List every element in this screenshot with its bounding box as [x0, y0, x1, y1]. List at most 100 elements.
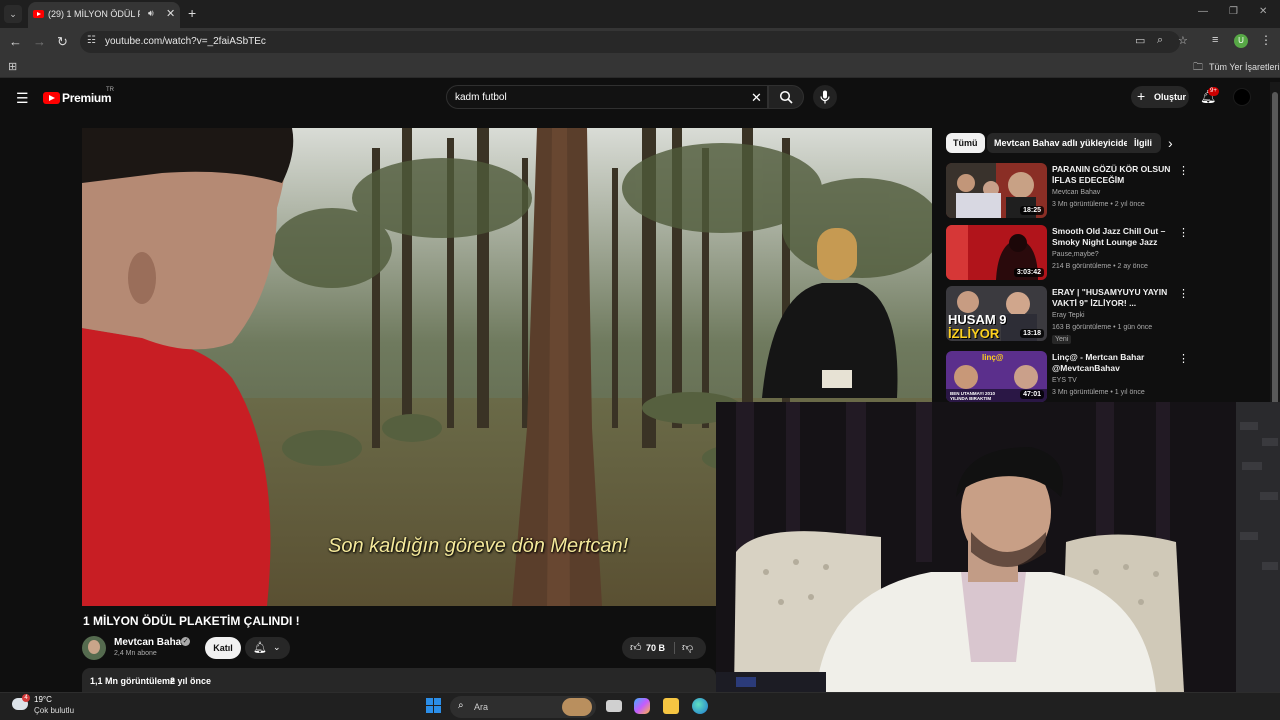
recommendation-title[interactable]: PARANIN GÖZÜ KÖR OLSUN İFLAS EDECEĞİM — [1052, 164, 1174, 186]
file-explorer-icon[interactable] — [663, 698, 679, 714]
tab-close-icon[interactable]: ✕ — [166, 7, 175, 20]
like-divider — [674, 642, 675, 654]
browser-toolbar: ← → ↻ ☷ youtube.com/watch?v=_2faiASbTEc … — [0, 28, 1280, 56]
all-bookmarks-link[interactable]: Tüm Yer İşaretleri — [1209, 62, 1280, 72]
apps-grid-icon[interactable]: ⊞ — [8, 60, 17, 73]
bookmarks-bar: ⊞ 🗀 Tüm Yer İşaretleri — [0, 56, 1280, 78]
clear-search-icon[interactable]: ✕ — [751, 90, 762, 106]
windows-start-icon[interactable] — [426, 698, 442, 714]
copilot-icon[interactable] — [634, 698, 650, 714]
create-label: Oluştur — [1154, 92, 1187, 102]
new-tab-button[interactable]: + — [188, 5, 196, 21]
search-input[interactable]: kadm futbol ✕ — [446, 85, 768, 109]
site-info-icon[interactable]: ☷ — [87, 35, 96, 46]
channel-name[interactable]: Mevtcan Bahav — [114, 637, 187, 648]
youtube-brand[interactable]: Premium — [62, 91, 112, 105]
view-count: 1,1 Mn görüntüleme — [90, 676, 176, 686]
more-actions-icon[interactable]: ⋮ — [1178, 164, 1189, 177]
recommendation-title[interactable]: Linç@ - Mertcan Bahar @MevtcanBahav — [1052, 352, 1174, 374]
page-scrollbar-thumb[interactable] — [1272, 92, 1278, 422]
search-button[interactable] — [768, 85, 804, 109]
microphone-icon — [820, 90, 830, 104]
chip-from-uploader[interactable]: Mevtcan Bahav adlı yükleyiciden — [987, 133, 1142, 153]
reload-icon[interactable]: ↻ — [57, 34, 68, 50]
browser-menu-icon[interactable]: ⋮ — [1260, 33, 1272, 47]
recommendation-channel[interactable]: Pause,maybe? — [1052, 251, 1099, 258]
recommendation-item[interactable]: HUSAM 9 İZLİYOR 13:18 ERAY | "HUSAMYUYU … — [946, 286, 1196, 344]
video-duration: 3:03:42 — [1013, 268, 1044, 277]
restore-icon[interactable]: ❐ — [1229, 6, 1238, 17]
tab-search-button[interactable]: ⌄ — [4, 5, 22, 23]
chevron-right-icon[interactable]: › — [1168, 135, 1173, 151]
youtube-masthead: ☰ Premium TR kadm futbol ✕ + Oluştur 🔔︎ … — [0, 78, 1280, 118]
recommendation-meta: 163 B görüntüleme • 1 gün önce — [1052, 324, 1153, 331]
url-text[interactable]: youtube.com/watch?v=_2faiASbTEc — [105, 36, 266, 47]
minimize-icon[interactable]: — — [1198, 6, 1208, 17]
channel-avatar[interactable] — [82, 636, 106, 660]
chip-related[interactable]: İlgili — [1127, 133, 1161, 153]
more-actions-icon[interactable]: ⋮ — [1178, 352, 1189, 365]
temperature[interactable]: 19°C — [34, 695, 52, 704]
search-highlight-image — [562, 698, 592, 716]
browser-tab-strip: ⌄ (29) 1 MİLYON ÖDÜL PLAKE 🔊︎ ✕ + — ❐ ✕ — [0, 0, 1280, 28]
recommendation-channel[interactable]: Mevtcan Bahav — [1052, 189, 1100, 196]
folder-icon: 🗀 — [1193, 62, 1203, 73]
forward-icon[interactable]: → — [33, 34, 46, 49]
like-dislike-group: 👍︎ 70 B 👎︎ — [622, 637, 706, 659]
bookmark-star-icon[interactable]: ☆ — [1178, 34, 1188, 47]
dislike-icon[interactable]: 👎︎ — [682, 641, 693, 654]
recommendation-item[interactable]: 3:03:42 Smooth Old Jazz Chill Out – Smok… — [946, 225, 1196, 281]
create-button[interactable]: + Oluştur — [1131, 86, 1189, 108]
subscription-notifications-button[interactable]: 🔔︎ ⌄ — [245, 637, 290, 659]
recommendation-channel[interactable]: Eray Tepki — [1052, 312, 1085, 319]
zoom-icon[interactable]: ⌕ — [1157, 34, 1163, 47]
voice-search-button[interactable] — [813, 85, 837, 109]
plus-icon: + — [1137, 88, 1146, 104]
country-code: TR — [106, 87, 114, 93]
video-thumbnail[interactable]: 18:25 — [946, 163, 1047, 218]
notification-count-badge: 9+ — [1208, 87, 1219, 96]
video-thumbnail[interactable]: 3:03:42 — [946, 225, 1047, 280]
address-bar[interactable]: ☷ youtube.com/watch?v=_2faiASbTEc ▭ ⌕ ☆ — [80, 31, 1188, 53]
webcam-frame-streamer — [716, 402, 1280, 692]
back-icon[interactable]: ← — [9, 34, 22, 49]
speaker-icon[interactable]: 🔊︎ — [148, 8, 154, 19]
thumb-text-line1: HUSAM 9 — [948, 312, 1007, 327]
browser-tab[interactable]: (29) 1 MİLYON ÖDÜL PLAKE 🔊︎ ✕ — [28, 2, 180, 28]
join-button[interactable]: Katıl — [205, 637, 241, 659]
description-box[interactable]: 1,1 Mn görüntüleme 2 yıl önce — [82, 668, 716, 692]
video-subtitle: Son kaldığın göreve dön Mertcan! — [328, 535, 629, 557]
video-duration: 47:01 — [1020, 390, 1044, 399]
weather-condition[interactable]: Çok bulutlu — [34, 706, 74, 715]
account-avatar[interactable] — [1233, 88, 1251, 106]
recommendation-title[interactable]: ERAY | "HUSAMYUYU YAYIN VAKTİ 9" İZLİYOR… — [1052, 287, 1174, 309]
profile-avatar[interactable]: U — [1234, 34, 1248, 48]
recommendation-item[interactable]: linç@ BEN UTANMAYI 2010 YILINDA BIRAKTIM… — [946, 351, 1196, 407]
upload-age: 2 yıl önce — [170, 676, 212, 686]
recommendation-channel[interactable]: EYS TV — [1052, 377, 1077, 384]
like-count[interactable]: 70 B — [646, 643, 665, 653]
more-actions-icon[interactable]: ⋮ — [1178, 287, 1189, 300]
video-title: 1 MİLYON ÖDÜL PLAKETİM ÇALINDI ! — [83, 614, 300, 628]
video-duration: 18:25 — [1020, 206, 1044, 215]
search-icon: ⌕ — [458, 700, 464, 711]
recommendation-title[interactable]: Smooth Old Jazz Chill Out – Smoky Night … — [1052, 226, 1174, 249]
search-query[interactable]: kadm futbol — [455, 92, 507, 103]
window-close-icon[interactable]: ✕ — [1259, 6, 1267, 17]
thumb-text-line2: İZLİYOR — [948, 326, 1000, 341]
reading-list-icon[interactable]: ≡ — [1212, 34, 1218, 46]
youtube-logo-icon[interactable] — [43, 92, 60, 104]
guide-menu-icon[interactable]: ☰ — [16, 90, 29, 107]
edge-browser-icon[interactable] — [692, 698, 708, 714]
more-actions-icon[interactable]: ⋮ — [1178, 226, 1189, 239]
youtube-favicon-icon — [33, 10, 44, 18]
chip-all[interactable]: Tümü — [946, 133, 985, 153]
like-icon[interactable]: 👍︎ — [630, 641, 642, 654]
recommendation-item[interactable]: 18:25 PARANIN GÖZÜ KÖR OLSUN İFLAS EDECE… — [946, 163, 1196, 219]
task-view-icon[interactable] — [606, 700, 622, 712]
video-thumbnail[interactable]: HUSAM 9 İZLİYOR 13:18 — [946, 286, 1047, 341]
video-thumbnail[interactable]: linç@ BEN UTANMAYI 2010 YILINDA BIRAKTIM… — [946, 351, 1047, 402]
thumb-caption-text: BEN UTANMAYI 2010 YILINDA BIRAKTIM — [950, 391, 996, 401]
taskbar-search[interactable]: ⌕ Ara — [450, 696, 596, 718]
cast-icon[interactable]: ▭ — [1135, 34, 1145, 47]
